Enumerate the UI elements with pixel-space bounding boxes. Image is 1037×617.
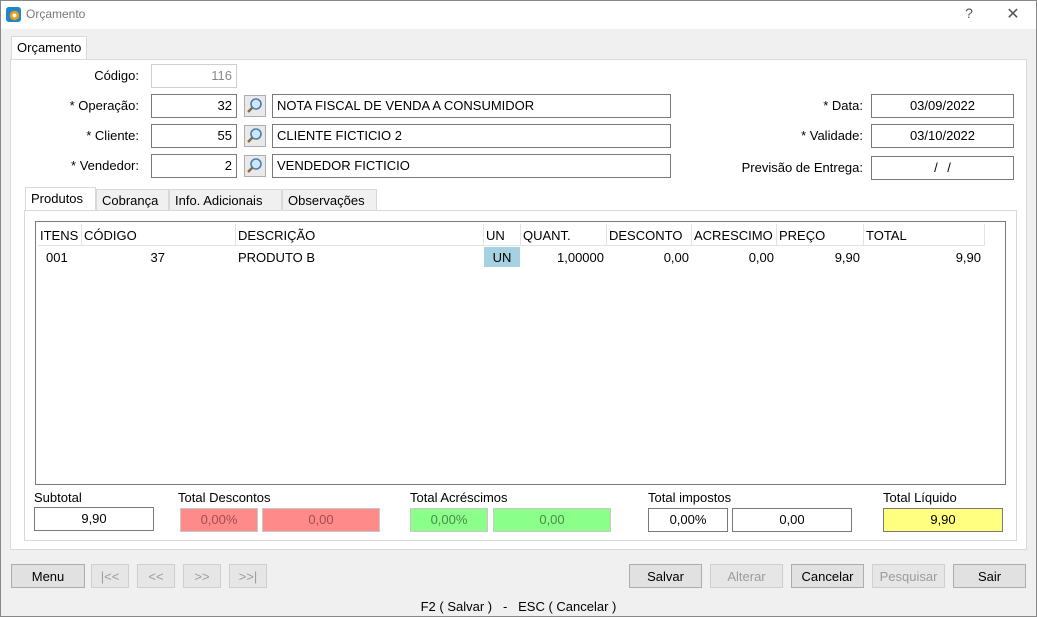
cell-total: 9,90 [955,250,981,265]
window: Orçamento ? ✕ Orçamento Código: 116 * Op… [0,0,1037,617]
col-header-un[interactable]: UN [484,224,521,246]
window-title: Orçamento [26,7,86,21]
previsao-label: Previsão de Entrega: [741,160,863,175]
close-button[interactable]: ✕ [1001,4,1025,24]
salvar-button[interactable]: Salvar [629,564,702,588]
magnifier-icon [247,128,262,143]
validade-field[interactable]: 03/10/2022 [871,124,1014,148]
shortcut-hint: F2 ( Salvar ) - ESC ( Cancelar ) [420,599,617,614]
codigo-field: 116 [151,64,237,88]
cell-descricao: PRODUTO B [238,250,316,265]
cliente-search-button[interactable] [244,125,266,147]
cell-preco: 9,90 [834,250,860,265]
impostos-pct-field: 0,00% [648,508,728,532]
liquido-label: Total Líquido [883,490,957,505]
pesquisar-button[interactable]: Pesquisar [872,564,945,588]
codigo-label: Código: [94,68,139,83]
magnifier-icon [247,158,262,173]
cell-acrescimo: 0,00 [748,250,774,265]
vendedor-search-button[interactable] [244,155,266,177]
acrescimos-label: Total Acréscimos [410,490,508,505]
menu-button[interactable]: Menu [11,564,85,588]
cliente-desc-field[interactable]: CLIENTE FICTICIO 2 [272,124,671,148]
acrescimos-pct-field: 0,00% [410,508,488,532]
tab-orcamento[interactable]: Orçamento [11,36,88,60]
cell-codigo: 37 [150,250,165,265]
descontos-label: Total Descontos [178,490,271,505]
vendedor-code-field[interactable]: 2 [151,154,237,178]
cliente-code-field[interactable]: 55 [151,124,237,148]
magnifier-icon [247,98,262,113]
tab-info-adicionais[interactable]: Info. Adicionais [169,189,282,211]
data-label: * Data: [823,98,863,113]
sair-button[interactable]: Sair [953,564,1026,588]
col-header-codigo[interactable]: CÓDIGO [82,224,236,246]
liquido-field: 9,90 [883,508,1003,532]
help-button[interactable]: ? [961,5,977,21]
col-header-itens[interactable]: ITENS [38,224,82,246]
subtotal-label: Subtotal [34,490,82,505]
col-header-total[interactable]: TOTAL [864,224,985,246]
operacao-label: * Operação: [69,98,139,113]
last-record-button[interactable]: >>| [229,564,267,588]
operacao-desc-field[interactable]: NOTA FISCAL DE VENDA A CONSUMIDOR [272,94,671,118]
tab-produtos[interactable]: Produtos [25,187,96,211]
col-header-acrescimo[interactable]: ACRESCIMO [692,224,777,246]
cell-desconto: 0,00 [663,250,689,265]
subtotal-field: 9,90 [34,507,154,531]
cliente-label: * Cliente: [86,128,139,143]
col-header-preco[interactable]: PREÇO [777,224,864,246]
cell-quant: 1,00000 [557,250,604,265]
cancelar-button[interactable]: Cancelar [791,564,864,588]
col-header-quant[interactable]: QUANT. [521,224,607,246]
next-record-button[interactable]: >> [183,564,221,588]
descontos-pct-field: 0,00% [180,508,258,532]
prev-record-button[interactable]: << [137,564,175,588]
impostos-label: Total impostos [648,490,732,505]
cell-itens: 001 [46,250,68,265]
items-grid[interactable]: ITENS CÓDIGO DESCRIÇÃO UN QUANT. DESCONT… [35,221,1006,485]
operacao-code-field[interactable]: 32 [151,94,237,118]
col-header-desconto[interactable]: DESCONTO [607,224,692,246]
data-field[interactable]: 03/09/2022 [871,94,1014,118]
title-bar: Orçamento ? ✕ [1,1,1036,29]
descontos-value-field: 0,00 [262,508,380,532]
operacao-search-button[interactable] [244,95,266,117]
tab-cobranca[interactable]: Cobrança [96,189,169,211]
validade-label: * Validade: [801,128,863,143]
acrescimos-value-field: 0,00 [493,508,611,532]
alterar-button[interactable]: Alterar [710,564,783,588]
col-header-descricao[interactable]: DESCRIÇÃO [236,224,484,246]
vendedor-desc-field[interactable]: VENDEDOR FICTICIO [272,154,671,178]
tab-observacoes[interactable]: Observações [282,189,377,211]
previsao-field[interactable]: / / [871,156,1014,180]
cell-un: UN [484,247,520,267]
vendedor-label: * Vendedor: [71,158,139,173]
first-record-button[interactable]: |<< [91,564,129,588]
app-logo-icon [6,7,21,22]
impostos-value-field: 0,00 [732,508,852,532]
